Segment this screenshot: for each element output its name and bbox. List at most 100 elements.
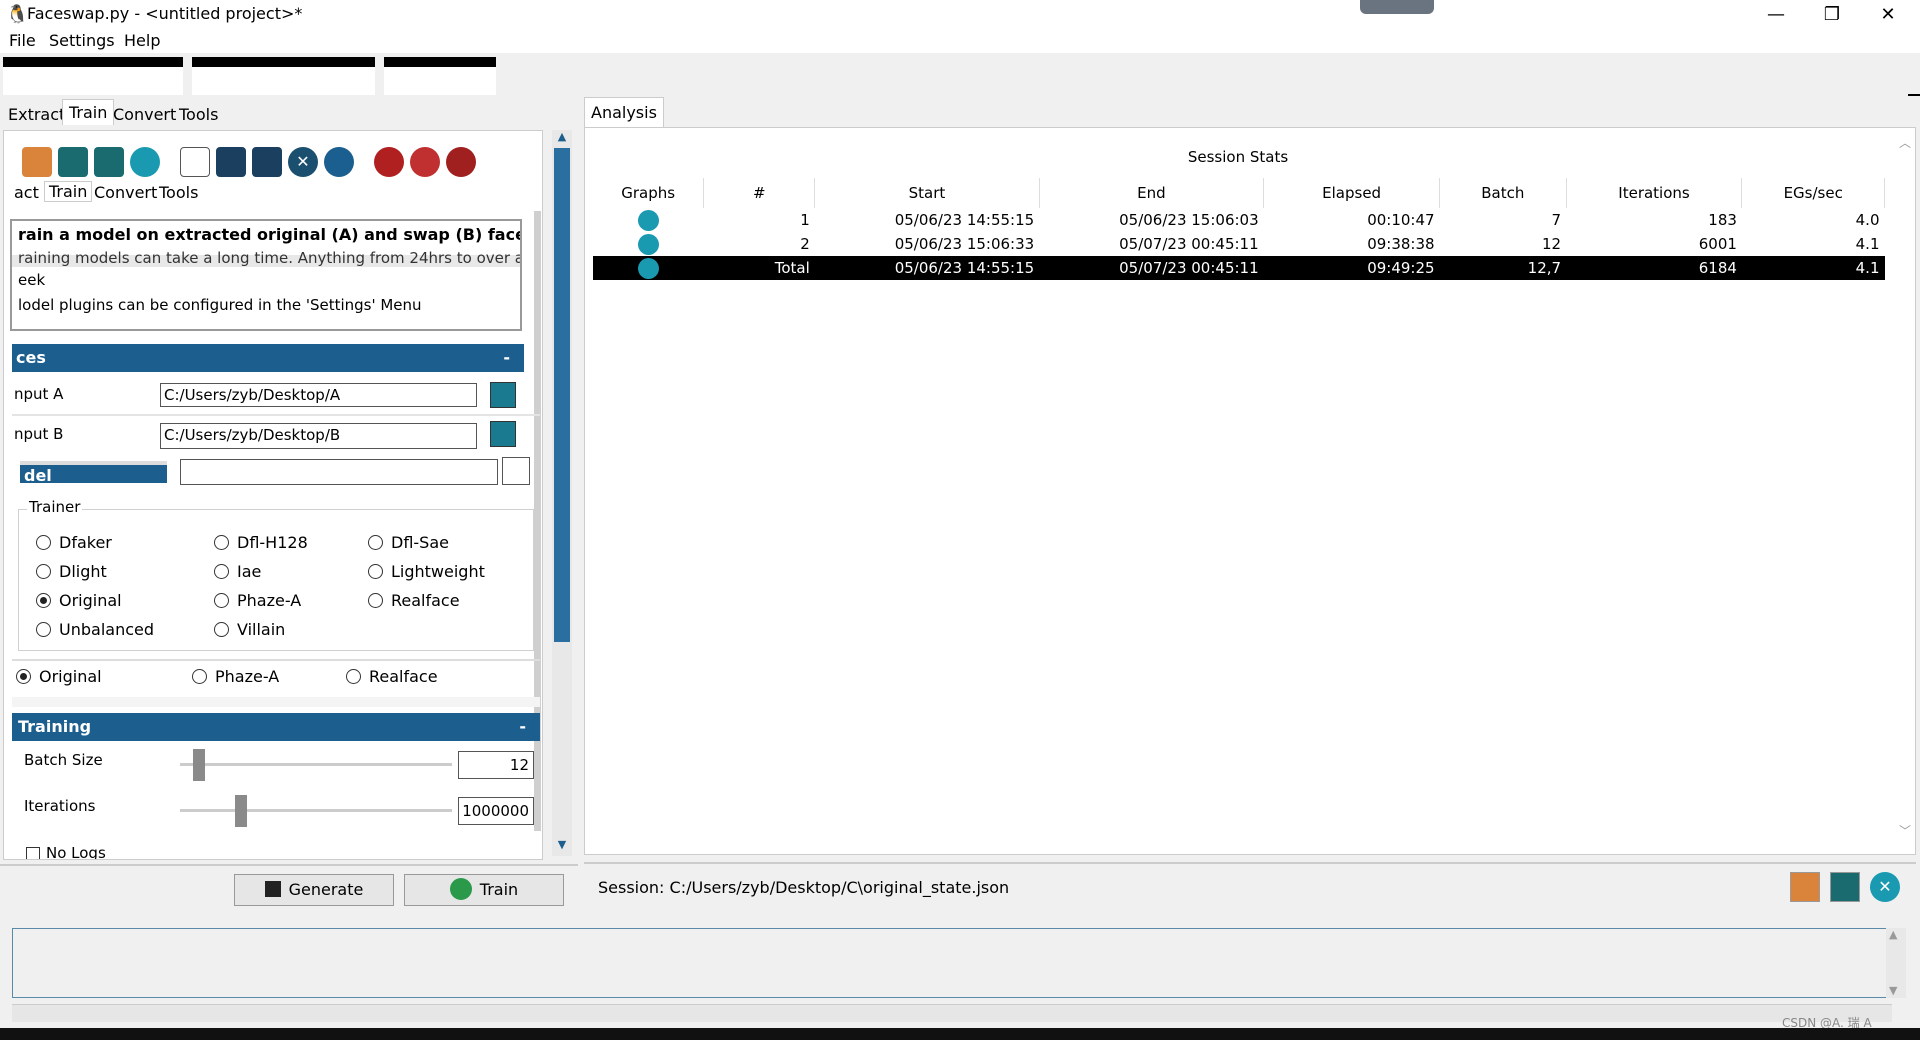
scroll-down-icon[interactable]: ﹀ (1899, 822, 1911, 839)
collapse-icon[interactable]: - (503, 344, 510, 372)
radio-unbalanced[interactable]: Unbalanced (36, 620, 154, 639)
col-start[interactable]: Start (814, 178, 1040, 208)
save-icon[interactable] (216, 147, 246, 177)
col-elapsed[interactable]: Elapsed (1263, 178, 1441, 208)
radio-dlight[interactable]: Dlight (36, 562, 107, 581)
scroll-up-icon[interactable]: ▲ (552, 130, 572, 146)
clear-icon[interactable]: ✕ (1870, 872, 1900, 902)
scroll-up-icon[interactable]: ▲ (1889, 928, 1897, 941)
col-egs[interactable]: EGs/sec (1741, 178, 1885, 208)
reload-icon[interactable] (130, 147, 160, 177)
radio-circle[interactable] (214, 564, 229, 579)
input-a-field[interactable]: C:/Users/zyb/Desktop/A (160, 383, 477, 407)
subtab-tools[interactable]: Tools (159, 183, 198, 202)
save-as-icon[interactable] (94, 147, 124, 177)
ghost-radio-realface[interactable]: Realface (346, 667, 438, 686)
radio-circle[interactable] (36, 535, 51, 550)
table-row-total[interactable]: Total 05/06/23 14:55:15 05/07/23 00:45:11 0… (593, 256, 1885, 280)
col-graphs[interactable]: Graphs (593, 178, 705, 208)
subtab-train[interactable]: Train (44, 181, 93, 202)
model-icon[interactable] (374, 147, 404, 177)
iterations-track[interactable] (180, 809, 452, 812)
new-file-icon[interactable] (180, 147, 210, 177)
radio-circle[interactable] (368, 593, 383, 608)
radio-circle[interactable] (36, 593, 51, 608)
radio-villain[interactable]: Villain (214, 620, 285, 639)
subtab-convert[interactable]: Convert (94, 183, 157, 202)
radio-realface[interactable]: Realface (368, 591, 460, 610)
tab-tools[interactable]: Tools (173, 102, 224, 128)
minimize-button[interactable]: — (1748, 0, 1804, 29)
radio-iae[interactable]: Iae (214, 562, 261, 581)
close-button[interactable]: ✕ (1860, 0, 1916, 29)
collapse-icon[interactable]: - (519, 713, 526, 741)
table-row[interactable]: 1 05/06/23 14:55:15 05/06/23 15:06:03 00:10… (593, 208, 1885, 232)
radio-circle[interactable] (36, 564, 51, 579)
scroll-up-icon[interactable]: ︿ (1899, 134, 1911, 151)
open-folder-icon[interactable] (1790, 872, 1820, 902)
drag-handle[interactable] (1360, 0, 1434, 14)
console-output[interactable] (12, 928, 1892, 998)
faces-section-header[interactable]: ces - (12, 344, 524, 372)
menu-help[interactable]: Help (124, 31, 160, 50)
tab-convert[interactable]: Convert (107, 102, 182, 128)
batch-size-field[interactable]: 12 (458, 751, 534, 779)
scroll-thumb[interactable] (554, 148, 570, 642)
radio-lightweight[interactable]: Lightweight (368, 562, 485, 581)
radio-circle[interactable] (214, 622, 229, 637)
iterations-slider[interactable] (234, 795, 247, 827)
tab-analysis[interactable]: Analysis (584, 97, 664, 127)
clear-icon[interactable] (446, 147, 476, 177)
ghost-radio-original[interactable]: Original (16, 667, 102, 686)
batch-size-track[interactable] (180, 763, 452, 766)
radio-circle[interactable] (36, 622, 51, 637)
image-folder-icon[interactable] (490, 382, 516, 408)
graph-icon[interactable] (637, 233, 659, 255)
reload-icon[interactable] (324, 147, 354, 177)
graph-icon[interactable] (637, 209, 659, 231)
col-batch[interactable]: Batch (1439, 178, 1567, 208)
radio-dfaker[interactable]: Dfaker (36, 533, 112, 552)
table-row[interactable]: 2 05/06/23 15:06:33 05/07/23 00:45:11 09:38… (593, 232, 1885, 256)
radio-phaze-a[interactable]: Phaze-A (214, 591, 301, 610)
no-logs-checkbox[interactable] (26, 847, 40, 859)
tab-extract[interactable]: Extract (2, 102, 71, 128)
radio-circle[interactable] (368, 535, 383, 550)
batch-size-slider[interactable] (193, 749, 205, 781)
left-scrollbar[interactable]: ▲ ▼ (552, 130, 572, 856)
menu-file[interactable]: File (9, 31, 36, 50)
training-section-header[interactable]: Training - (12, 713, 540, 741)
model-dir-field[interactable] (180, 459, 498, 485)
generate-button[interactable]: Generate (234, 874, 394, 906)
ghost-radio-phaze-a[interactable]: Phaze-A (192, 667, 279, 686)
graph-icon[interactable] (637, 257, 659, 279)
subtab-extract[interactable]: act (14, 183, 39, 202)
input-b-field[interactable]: C:/Users/zyb/Desktop/B (160, 423, 477, 449)
col-number[interactable]: # (703, 178, 816, 208)
restore-button[interactable]: ❐ (1804, 0, 1860, 29)
radio-circle[interactable] (214, 593, 229, 608)
list-icon[interactable] (410, 147, 440, 177)
cancel-icon[interactable]: ✕ (288, 147, 318, 177)
radio-circle[interactable] (368, 564, 383, 579)
train-button[interactable]: Train (404, 874, 564, 906)
scroll-down-icon[interactable]: ▼ (1889, 984, 1897, 997)
save-icon[interactable] (58, 147, 88, 177)
iterations-field[interactable]: 1000000 (458, 797, 534, 825)
menu-settings[interactable]: Settings (49, 31, 115, 50)
console-scrollbar[interactable]: ▲ ▼ (1886, 928, 1906, 998)
save-as-icon[interactable] (252, 147, 282, 177)
col-end[interactable]: End (1039, 178, 1265, 208)
file-icon[interactable] (502, 457, 530, 485)
open-folder-icon[interactable] (22, 147, 52, 177)
scroll-down-icon[interactable]: ▼ (552, 838, 572, 854)
image-folder-icon[interactable] (490, 421, 516, 447)
trainer-title: Trainer (27, 498, 83, 516)
radio-dfl-sae[interactable]: Dfl-Sae (368, 533, 449, 552)
analysis-scrollbar[interactable]: ︿ ﹀ (1895, 128, 1915, 854)
radio-circle[interactable] (214, 535, 229, 550)
radio-dfl-h128[interactable]: Dfl-H128 (214, 533, 308, 552)
save-icon[interactable] (1830, 872, 1860, 902)
radio-original[interactable]: Original (36, 591, 122, 610)
col-iterations[interactable]: Iterations (1566, 178, 1743, 208)
